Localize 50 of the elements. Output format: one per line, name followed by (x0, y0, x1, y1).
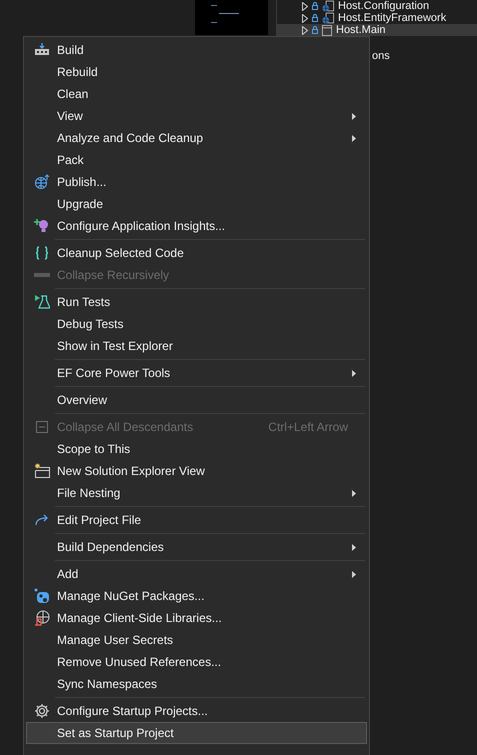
menu-item[interactable]: Configure Startup Projects... (26, 700, 367, 722)
menu-item[interactable]: Analyze and Code Cleanup (26, 127, 367, 149)
menu-item[interactable]: Cleanup Selected Code (26, 242, 367, 264)
collapse-square-icon (36, 421, 48, 433)
menu-item[interactable]: Publish... (26, 171, 367, 193)
tree-item[interactable]: Host.Configuration (277, 0, 477, 12)
menu-item[interactable]: Add (26, 563, 367, 585)
package-blob-icon (34, 588, 50, 604)
menu-item[interactable]: Manage User Secrets (26, 629, 367, 651)
globe-scroll-icon (34, 610, 50, 626)
minus-bar-icon (34, 273, 50, 277)
menu-item[interactable]: Remove Unused References... (26, 651, 367, 673)
menu-item[interactable]: Manage NuGet Packages... (26, 585, 367, 607)
globe-arrow-icon (34, 174, 50, 190)
menu-item[interactable]: Set as Startup Project (26, 722, 367, 744)
lock-icon (312, 26, 318, 34)
menu-item[interactable]: Build Dependencies (26, 536, 367, 558)
braces-icon (34, 245, 50, 261)
menu-item[interactable]: Overview (26, 389, 367, 411)
menu-item[interactable]: Show in Test Explorer (26, 335, 367, 357)
lock-icon (312, 2, 318, 10)
menu-item[interactable]: Configure Application Insights... (26, 215, 367, 237)
menu-item[interactable]: EF Core Power Tools (26, 362, 367, 384)
lightbulb-plus-icon (34, 218, 50, 234)
window-star-icon (34, 463, 50, 479)
tree-item[interactable]: Host.EntityFramework (277, 12, 477, 24)
factory-icon (34, 42, 50, 58)
menu-item[interactable]: Edit Project File (26, 509, 367, 531)
curved-arrow-icon (34, 512, 50, 528)
globe-window-icon (322, 0, 334, 12)
menu-item[interactable]: Build (26, 39, 367, 61)
menu-item[interactable]: Clean (26, 83, 367, 105)
menu-item[interactable]: Debug Tests (26, 313, 367, 335)
menu-item[interactable]: Manage Client-Side Libraries... (26, 607, 367, 629)
menu-item[interactable]: View (26, 105, 367, 127)
menu-item[interactable]: Run Tests (26, 291, 367, 313)
menu-item[interactable]: Sync Namespaces (26, 673, 367, 695)
menu-item[interactable]: File Nesting (26, 482, 367, 504)
gear-icon (34, 703, 50, 719)
tree-item[interactable]: Host.Main (277, 24, 477, 36)
menu-item[interactable]: Pack (26, 149, 367, 171)
tree-item[interactable]: ons (372, 49, 390, 63)
menu-item[interactable]: Rebuild (26, 61, 367, 83)
menu-item[interactable]: Upgrade (26, 193, 367, 215)
menu-item[interactable]: Scope to This (26, 438, 367, 460)
window-icon (322, 24, 332, 36)
globe-window-icon (322, 12, 334, 24)
menu-item[interactable]: New Solution Explorer View (26, 460, 367, 482)
lock-icon (312, 14, 318, 22)
flask-icon (34, 294, 50, 310)
